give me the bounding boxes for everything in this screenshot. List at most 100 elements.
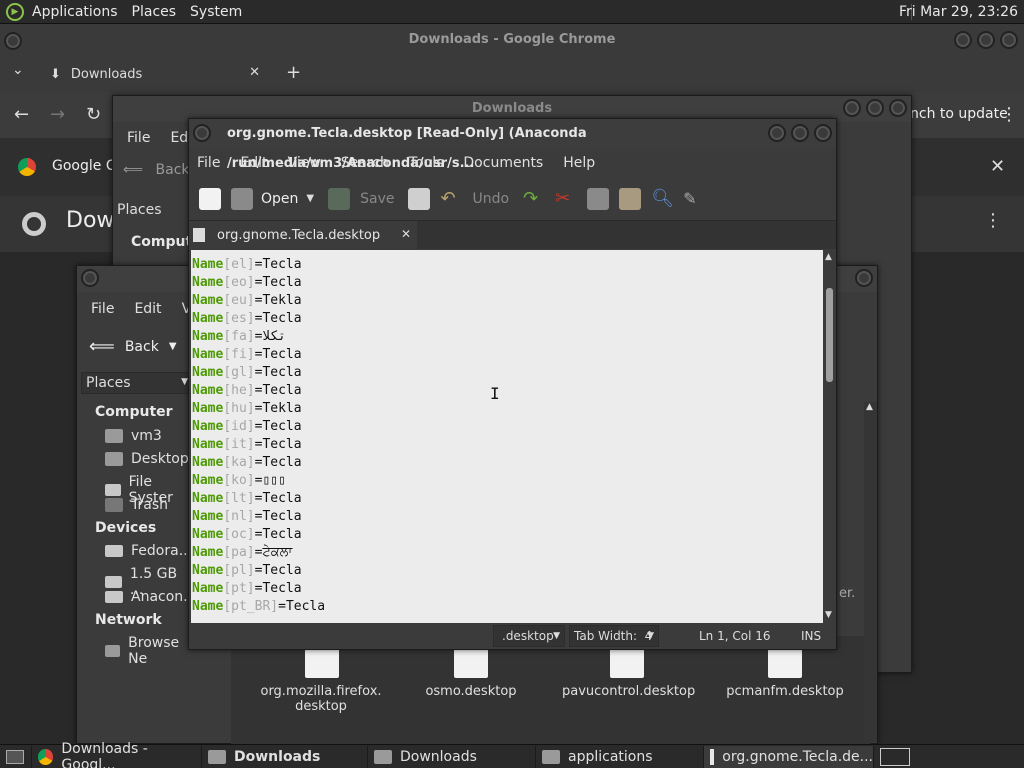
- dismiss-close-icon[interactable]: ✕: [990, 156, 1005, 177]
- close-icon[interactable]: [1000, 31, 1018, 49]
- file-item[interactable]: pcmanfm.desktop: [720, 646, 850, 699]
- open-icon[interactable]: [231, 187, 253, 210]
- menu-view[interactable]: View: [288, 155, 321, 171]
- save-icon[interactable]: [328, 187, 351, 210]
- minimize-icon[interactable]: [768, 124, 786, 142]
- tab-width-selector[interactable]: Tab Width: 4 ▼: [569, 625, 659, 647]
- sidebar-item-vm3[interactable]: vm3: [105, 428, 162, 444]
- taskbar-item-gedit[interactable]: org.gnome.Tecla.de...: [704, 745, 874, 768]
- print-icon[interactable]: [408, 187, 431, 210]
- open-button[interactable]: Open: [261, 191, 298, 207]
- file-item[interactable]: osmo.desktop: [406, 646, 536, 699]
- undo-icon[interactable]: ↶: [440, 188, 462, 210]
- line-bracket-close: ]: [246, 581, 255, 596]
- open-dropdown-icon[interactable]: ▼: [306, 193, 314, 204]
- back-arrow-icon[interactable]: ←: [14, 104, 29, 125]
- chrome-titlebar[interactable]: Downloads - Google Chrome: [0, 24, 1024, 56]
- find-replace-icon[interactable]: ✎: [683, 188, 705, 210]
- undo-button[interactable]: Undo: [472, 191, 509, 207]
- tab-org-gnome-tecla-desktop[interactable]: org.gnome.Tecla.desktop ✕: [189, 221, 417, 249]
- close-icon[interactable]: [889, 99, 907, 117]
- distro-logo-icon[interactable]: ▶: [6, 2, 24, 21]
- minimize-icon[interactable]: [954, 31, 972, 49]
- close-icon[interactable]: [855, 269, 873, 287]
- menu-edit[interactable]: Edit: [134, 301, 161, 317]
- file-item[interactable]: org.mozilla.firefox. desktop: [239, 646, 386, 714]
- menu-file[interactable]: File: [127, 130, 150, 146]
- fm-back-button[interactable]: ⟸ Back ▼: [89, 336, 177, 357]
- sidebar-item-fedora[interactable]: Fedora...: [105, 543, 192, 559]
- taskbar-item-downloads-1[interactable]: Downloads: [202, 745, 368, 768]
- applications-menu[interactable]: Applications: [32, 4, 118, 20]
- maximize-icon[interactable]: [977, 31, 995, 49]
- line-locale: id: [231, 419, 247, 434]
- tab-close-icon[interactable]: ✕: [249, 65, 260, 80]
- syntax-selector[interactable]: .desktop ▼: [493, 625, 565, 647]
- line-key: Name: [192, 383, 224, 398]
- sidebar-item-label: vm3: [131, 428, 162, 444]
- fm-window-menu[interactable]: [81, 269, 99, 297]
- scroll-thumb[interactable]: [826, 288, 833, 382]
- menu-edit[interactable]: Edit: [240, 155, 267, 171]
- scroll-down-icon[interactable]: ▼: [825, 610, 832, 620]
- reload-icon[interactable]: ↻: [86, 104, 101, 125]
- forward-arrow-icon[interactable]: →: [50, 104, 65, 125]
- menu-search[interactable]: Search: [341, 155, 389, 171]
- editor-line: Name[lt]=Tecla: [191, 490, 823, 508]
- sidebar-item-label: Anacon...: [131, 589, 197, 605]
- fm-scrollbar[interactable]: ▲: [864, 402, 877, 742]
- menu-documents[interactable]: Documents: [463, 155, 543, 171]
- gedit-titlebar[interactable]: org.gnome.Tecla.desktop [Read-Only] (Ana…: [189, 119, 836, 171]
- text-editor[interactable]: Name[el]=Tecla Name[eo]=Tecla Name[eu]=Tek…: [191, 250, 823, 623]
- tab-list-chevron-icon[interactable]: ⌄: [12, 62, 24, 78]
- fm-back-back-button[interactable]: ⟸ Back: [123, 162, 190, 178]
- new-document-icon[interactable]: [199, 187, 221, 210]
- gedit-window-menu[interactable]: [193, 124, 211, 154]
- line-locale: lt: [231, 491, 247, 506]
- cut-icon[interactable]: ✂: [555, 188, 577, 210]
- taskbar-item-applications[interactable]: applications: [536, 745, 704, 768]
- menu-file[interactable]: File: [91, 301, 114, 317]
- fm-places-selector[interactable]: Places ▼: [81, 372, 191, 394]
- copy-icon[interactable]: [587, 187, 610, 210]
- maximize-icon[interactable]: [791, 124, 809, 142]
- tab-close-icon[interactable]: ✕: [401, 227, 411, 241]
- new-tab-icon[interactable]: +: [286, 62, 301, 83]
- fm-sidebar: Computer vm3 Desktop File Syster Trash D…: [83, 402, 197, 667]
- minimize-icon[interactable]: [843, 99, 861, 117]
- folder-icon: [374, 749, 392, 764]
- editor-line: Name[pt_BR]=Tecla: [191, 598, 823, 616]
- paste-icon[interactable]: [619, 187, 642, 210]
- find-icon[interactable]: 🔍︎: [651, 188, 674, 210]
- redo-icon[interactable]: ↷: [523, 188, 545, 210]
- file-item[interactable]: pavucontrol.desktop: [562, 646, 695, 699]
- sidebar-item-desktop[interactable]: Desktop: [105, 451, 189, 467]
- show-desktop-button[interactable]: [0, 745, 32, 768]
- fm-back-places-selector[interactable]: Places: [117, 202, 187, 218]
- line-bracket-open: [: [223, 473, 232, 488]
- scroll-up-icon[interactable]: ▲: [866, 402, 873, 412]
- sidebar-item-anaconda[interactable]: Anacon...: [105, 589, 197, 605]
- system-menu[interactable]: System: [190, 4, 242, 20]
- workspace-switcher[interactable]: [874, 746, 914, 768]
- close-icon[interactable]: [814, 124, 832, 142]
- scroll-up-icon[interactable]: ▲: [825, 252, 832, 262]
- relaunch-to-update-button[interactable]: nch to update: [910, 106, 1008, 122]
- editor-scrollbar[interactable]: ▲ ▼: [823, 250, 836, 623]
- menu-file[interactable]: File: [197, 155, 220, 171]
- downloads-more-icon[interactable]: ⋮: [984, 210, 1002, 231]
- menu-help[interactable]: Help: [563, 155, 595, 171]
- taskbar-item-chrome[interactable]: Downloads - Googl...: [32, 741, 202, 768]
- save-button[interactable]: Save: [360, 191, 394, 207]
- line-key: Name: [192, 527, 224, 542]
- taskbar-item-downloads-2[interactable]: Downloads: [368, 745, 536, 768]
- line-key: Name: [192, 275, 224, 290]
- sidebar-item-browse-network[interactable]: Browse Ne: [105, 635, 191, 667]
- menu-tools[interactable]: Tools: [409, 155, 444, 171]
- clock[interactable]: Fri Mar 29, 23:26: [899, 4, 1018, 20]
- sidebar-item-trash[interactable]: Trash: [105, 497, 168, 513]
- tab-downloads[interactable]: ⬇ Downloads ✕: [40, 56, 270, 92]
- places-menu[interactable]: Places: [132, 4, 177, 20]
- maximize-icon[interactable]: [866, 99, 884, 117]
- chrome-menu-icon[interactable]: ⋮: [1000, 104, 1018, 125]
